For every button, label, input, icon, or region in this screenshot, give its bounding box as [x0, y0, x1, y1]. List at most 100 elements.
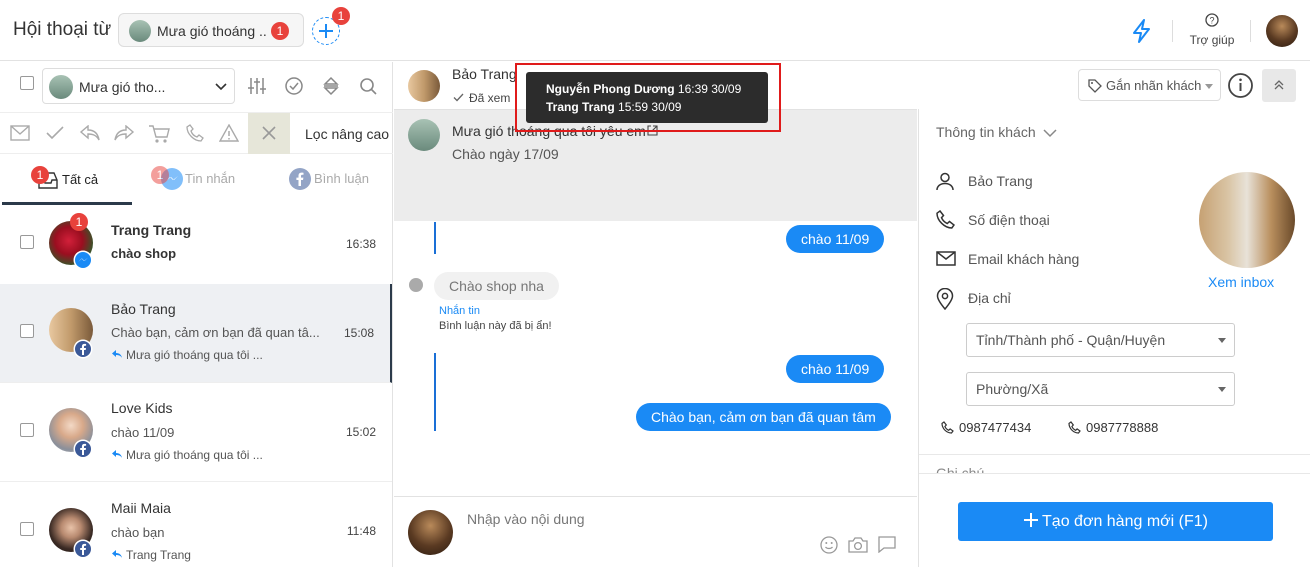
phone-icon	[936, 210, 955, 229]
address-field: Địa chỉ	[968, 290, 1011, 306]
check-icon	[453, 93, 464, 102]
info-icon[interactable]	[1227, 72, 1254, 99]
conversation-item[interactable]: Maii Maia chào bạn 11:48 Trang Trang	[0, 482, 392, 567]
message-time: 11:48	[346, 524, 376, 538]
province-select[interactable]: Tỉnh/Thành phố - Quận/Huyện	[966, 323, 1235, 357]
row-checkbox[interactable]	[20, 324, 34, 338]
hidden-comment-note: Bình luận này đã bị ẩn!	[439, 320, 552, 332]
phone-icon	[1068, 421, 1081, 434]
collapse-button[interactable]	[1262, 69, 1296, 102]
phone-icon[interactable]	[186, 124, 204, 142]
page-avatar	[49, 75, 73, 99]
incoming-comment: Chào shop nha	[434, 272, 559, 300]
page-chip-label: Mưa gió thoáng ..	[157, 23, 267, 39]
chevron-down-icon[interactable]	[1043, 129, 1057, 138]
phone-number[interactable]: 0987477434	[959, 420, 1031, 435]
reply-privately-link[interactable]: Nhắn tin	[439, 305, 480, 317]
view-inbox-link[interactable]: Xem inbox	[1208, 274, 1274, 290]
conversation-item[interactable]: Bảo Trang Chào bạn, cảm ơn bạn đã quan t…	[0, 284, 392, 383]
unread-badge: 1	[70, 213, 88, 231]
section-divider	[919, 454, 1310, 455]
page-chip[interactable]: Mưa gió thoáng .. 1	[118, 13, 304, 47]
page-select[interactable]: Mưa gió tho...	[42, 68, 235, 104]
tab-messages-badge: 1	[151, 166, 169, 184]
plus-icon	[1024, 513, 1039, 527]
message-time: 16:38	[345, 237, 376, 251]
chat-panel: Bảo Trang Đã xem Gắn nhãn khách Mưa gió …	[394, 62, 1296, 567]
sort-icon[interactable]	[322, 76, 340, 96]
customer-section-title[interactable]: Thông tin khách	[936, 124, 1036, 140]
customer-name[interactable]: Bảo Trang	[968, 173, 1033, 189]
tab-messages[interactable]: 1 Tin nhắn	[140, 155, 260, 205]
row-checkbox[interactable]	[20, 522, 34, 536]
ward-select[interactable]: Phường/Xã	[966, 372, 1235, 406]
warning-icon[interactable]	[219, 124, 239, 142]
map-pin-icon	[936, 288, 954, 310]
page-avatar	[129, 20, 151, 42]
customer-info-panel: Thông tin khách Bảo Trang Số điện thoại …	[918, 109, 1310, 567]
outgoing-message: chào 11/09	[786, 225, 885, 253]
tab-all[interactable]: 1 Tất cả	[2, 155, 132, 205]
user-avatar[interactable]	[1266, 15, 1298, 47]
email-field[interactable]: Email khách hàng	[968, 251, 1079, 267]
tab-comments[interactable]: Bình luận	[270, 155, 390, 205]
panel-divider	[919, 473, 1310, 474]
ward-select-value: Phường/Xã	[976, 381, 1049, 397]
sliders-icon[interactable]	[247, 76, 267, 96]
outgoing-message: Chào bạn, cảm ơn bạn đã quan tâm	[636, 403, 891, 431]
reply-icon	[112, 450, 122, 458]
phone-number[interactable]: 0987778888	[1086, 420, 1158, 435]
help-label: Trợ giúp	[1189, 33, 1235, 47]
post-context: Trang Trang	[126, 548, 191, 562]
search-icon[interactable]	[359, 77, 377, 95]
highlight-box	[515, 63, 781, 132]
contact-name: Love Kids	[111, 400, 173, 416]
advanced-filter-button[interactable]: Lọc nâng cao	[305, 126, 389, 142]
notes-section-title[interactable]: Ghi chú	[936, 465, 984, 473]
check-circle-icon[interactable]	[284, 76, 304, 96]
province-select-value: Tỉnh/Thành phố - Quận/Huyện	[976, 332, 1166, 348]
reply-icon[interactable]	[79, 125, 101, 141]
mail-icon	[936, 251, 956, 266]
page-select-value: Mưa gió tho...	[79, 79, 166, 95]
filter-bar: Lọc nâng cao	[0, 112, 393, 154]
post-context: Mưa gió thoáng qua tôi ...	[126, 448, 263, 462]
close-icon	[262, 126, 276, 140]
sender-avatar	[409, 278, 423, 292]
facebook-icon	[73, 439, 93, 459]
emoji-icon[interactable]	[820, 536, 838, 554]
lightning-icon[interactable]	[1130, 18, 1154, 44]
add-page-badge: 1	[332, 7, 350, 25]
cart-icon[interactable]	[148, 124, 170, 144]
tag-customer-button[interactable]: Gắn nhãn khách	[1078, 69, 1221, 101]
reply-icon	[112, 350, 122, 358]
question-icon: ?	[1205, 13, 1219, 27]
reply-icon	[112, 550, 122, 558]
message-input[interactable]: Nhập vào nội dung	[467, 511, 585, 527]
mail-icon[interactable]	[10, 125, 30, 141]
caret	[1218, 338, 1226, 343]
last-message: Chào bạn, cảm ơn bạn đã quan tâ...	[111, 325, 320, 340]
contact-name: Maii Maia	[111, 500, 171, 516]
create-order-button[interactable]: Tạo đơn hàng mới (F1)	[958, 502, 1273, 541]
tag-customer-label: Gắn nhãn khách	[1106, 78, 1202, 93]
row-checkbox[interactable]	[20, 423, 34, 437]
chat-bubble-icon[interactable]	[878, 536, 896, 553]
contact-name: Trang Trang	[111, 222, 192, 238]
tag-icon	[1088, 79, 1102, 93]
user-icon	[936, 172, 954, 191]
help-button[interactable]: ? Trợ giúp	[1186, 13, 1238, 51]
double-chevron-up-icon	[1274, 80, 1284, 90]
clear-filter-button[interactable]	[248, 113, 290, 154]
row-checkbox[interactable]	[20, 235, 34, 249]
conversation-item[interactable]: Love Kids chào 11/09 15:02 Mưa gió thoán…	[0, 383, 392, 482]
phone-field[interactable]: Số điện thoại	[968, 212, 1050, 228]
create-order-label: Tạo đơn hàng mới (F1)	[1042, 513, 1208, 530]
select-all-checkbox[interactable]	[20, 76, 34, 90]
check-icon[interactable]	[46, 126, 64, 140]
phone-icon	[941, 421, 954, 434]
forward-icon[interactable]	[113, 125, 135, 141]
camera-icon[interactable]	[848, 537, 868, 553]
page-chip-badge: 1	[271, 22, 289, 40]
post-context: Mưa gió thoáng qua tôi ...	[126, 348, 263, 362]
